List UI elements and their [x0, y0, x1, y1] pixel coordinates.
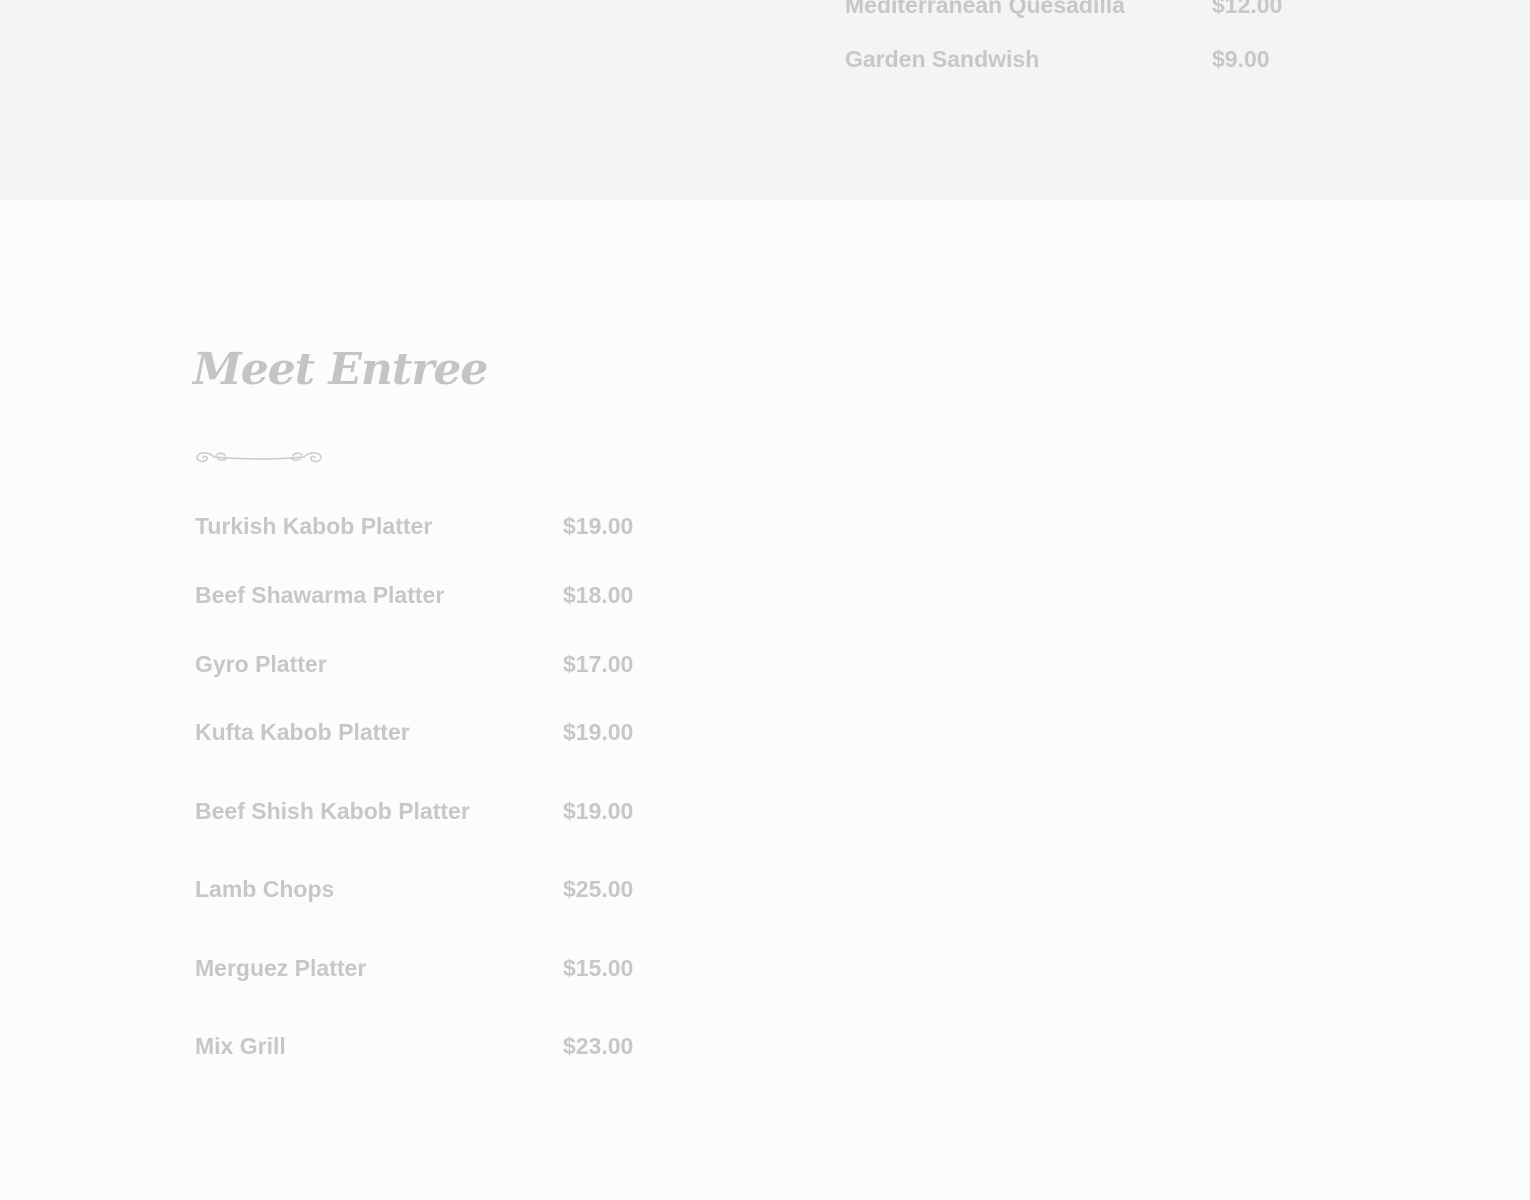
entree-item-name: Turkish Kabob Platter	[195, 513, 433, 539]
entree-item-name: Beef Shish Kabob Platter	[195, 798, 470, 824]
entree-item-price: $19.00	[563, 719, 634, 745]
menu-item-name: Mediterranean Quesadilla	[845, 0, 1125, 18]
entree-item-price: $23.00	[563, 1033, 634, 1059]
previous-menu-section: Mediterranean Quesadilla $12.00 Garden S…	[0, 0, 1530, 200]
entree-item-name: Merguez Platter	[195, 955, 367, 981]
section-title: Meet Entree	[193, 344, 488, 395]
entree-item-price: $19.00	[563, 513, 634, 539]
entree-item-price: $15.00	[563, 955, 634, 981]
menu-item-price: $12.00	[1212, 0, 1283, 18]
entree-item-price: $17.00	[563, 651, 634, 677]
entree-item-price: $25.00	[563, 876, 634, 902]
entree-item-name: Mix Grill	[195, 1033, 286, 1059]
flourish-divider-icon	[196, 452, 322, 463]
entree-item-price: $19.00	[563, 798, 634, 824]
entree-item-name: Kufta Kabob Platter	[195, 719, 410, 745]
entree-item-name: Beef Shawarma Platter	[195, 582, 445, 608]
menu-item-name: Garden Sandwish	[845, 46, 1040, 72]
entree-item-name: Gyro Platter	[195, 651, 327, 677]
entree-item-price: $18.00	[563, 582, 634, 608]
menu-item-price: $9.00	[1212, 46, 1270, 72]
entree-item-name: Lamb Chops	[195, 876, 335, 902]
